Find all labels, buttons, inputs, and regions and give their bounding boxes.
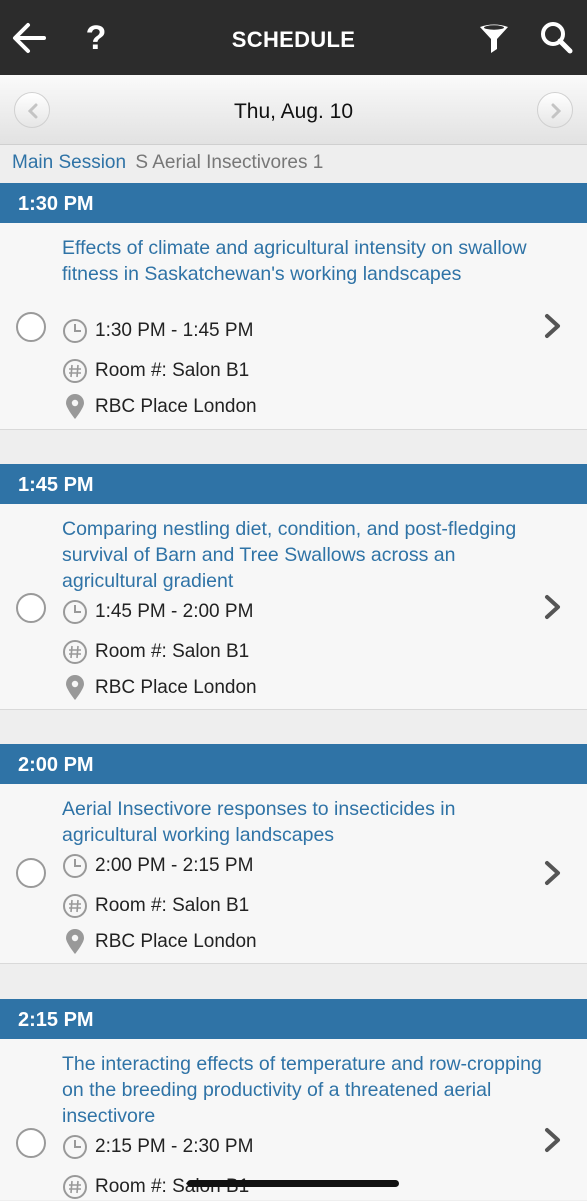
time-row: 2:00 PM - 2:15 PM [62,852,253,880]
clock-icon [63,1135,87,1159]
session-item[interactable]: Effects of climate and agricultural inte… [0,223,587,430]
time-range: 2:00 PM - 2:15 PM [95,855,254,876]
session-title[interactable]: Aerial Insectivore responses to insectic… [62,796,542,848]
magnifier-icon [541,22,573,54]
location-text: RBC Place London [95,677,257,698]
room-row: Room #: Salon B1 [62,357,249,385]
favorite-radio[interactable] [16,593,46,623]
time-range: 1:30 PM - 1:45 PM [95,320,254,341]
session-item[interactable]: Aerial Insectivore responses to insectic… [0,784,587,964]
chevron-right-icon[interactable] [542,860,564,886]
hash-icon [63,359,87,383]
breadcrumb-session-link[interactable]: Main Session [12,152,126,173]
map-pin-icon [66,929,84,954]
date-navigator: Thu, Aug. 10 [0,75,587,145]
hash-icon [63,894,87,918]
hash-icon [63,640,87,664]
breadcrumb-track: S Aerial Insectivores 1 [135,152,324,173]
hash-icon [63,1175,87,1199]
location-text: RBC Place London [95,396,257,417]
favorite-radio[interactable] [16,1128,46,1158]
favorite-radio[interactable] [16,312,46,342]
current-date: Thu, Aug. 10 [233,100,354,123]
location-row: RBC Place London [62,674,257,702]
session-item[interactable]: The interacting effects of temperature a… [0,1039,587,1200]
time-range: 1:45 PM - 2:00 PM [95,601,254,622]
breadcrumb: Main Session S Aerial Insectivores 1 [12,152,323,174]
location-row: RBC Place London [62,393,257,421]
time-row: 2:15 PM - 2:30 PM [62,1133,253,1161]
session-title[interactable]: Comparing nestling diet, condition, and … [62,516,542,594]
chevron-right-icon[interactable] [542,1127,564,1153]
chevron-right-icon[interactable] [542,313,564,339]
chevron-right-icon [551,103,562,119]
time-slot-header: 2:00 PM [0,744,587,784]
home-indicator[interactable] [187,1180,399,1187]
room-text: Room #: Salon B1 [95,895,250,916]
room-row: Room #: Salon B1 [62,638,249,666]
time-slot-header: 1:30 PM [0,183,587,223]
filter-button[interactable] [474,18,514,58]
session-title[interactable]: Effects of climate and agricultural inte… [62,235,542,287]
clock-icon [63,600,87,624]
map-pin-icon [66,394,84,419]
search-button[interactable] [536,18,576,58]
map-pin-icon [66,675,84,700]
time-range: 2:15 PM - 2:30 PM [95,1136,254,1157]
session-title[interactable]: The interacting effects of temperature a… [62,1051,542,1129]
session-item[interactable]: Comparing nestling diet, condition, and … [0,504,587,710]
location-row: RBC Place London [62,928,257,956]
room-text: Room #: Salon B1 [95,641,250,662]
time-row: 1:45 PM - 2:00 PM [62,598,253,626]
room-row: Room #: Salon B1 [62,1173,249,1201]
room-text: Room #: Salon B1 [95,360,250,381]
time-slot-header: 2:15 PM [0,999,587,1039]
app-header: ? SCHEDULE [0,0,587,75]
clock-icon [63,319,87,343]
room-row: Room #: Salon B1 [62,892,249,920]
time-slot-header: 1:45 PM [0,464,587,504]
location-text: RBC Place London [95,931,257,952]
chevron-right-icon[interactable] [542,594,564,620]
favorite-radio[interactable] [16,858,46,888]
next-day-button[interactable] [537,92,573,128]
funnel-icon [480,24,508,53]
time-row: 1:30 PM - 1:45 PM [62,317,253,345]
clock-icon [63,854,87,878]
